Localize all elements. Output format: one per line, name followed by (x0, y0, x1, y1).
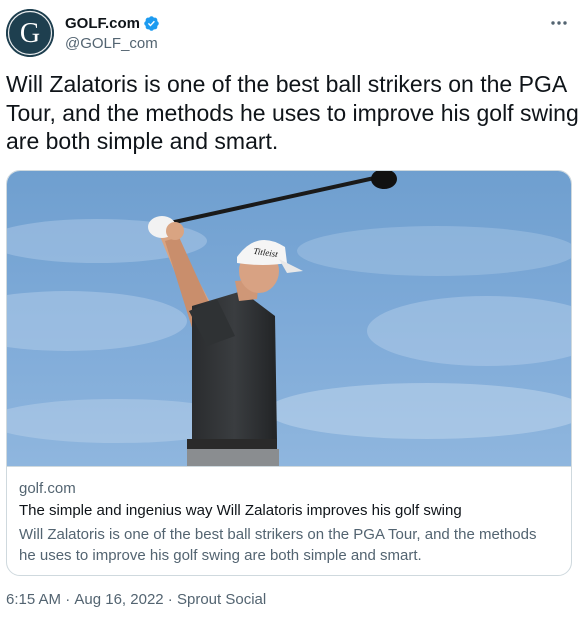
more-horizontal-icon (551, 21, 567, 25)
card-domain: golf.com (19, 480, 76, 497)
author-names: GOLF.com @GOLF_com (65, 12, 160, 52)
more-options-button[interactable] (546, 14, 572, 32)
card-title: The simple and ingenius way Will Zalator… (19, 502, 462, 519)
meta-separator: · (163, 591, 177, 608)
tweet-time[interactable]: 6:15 AM (6, 591, 61, 608)
card-description: Will Zalatoris is one of the best ball s… (19, 526, 537, 564)
avatar[interactable]: G (6, 9, 54, 57)
tweet-metadata: 6:15 AM · Aug 16, 2022 · Sprout Social (6, 591, 266, 608)
meta-separator: · (61, 591, 75, 608)
tweet-text: Will Zalatoris is one of the best ball s… (6, 71, 579, 154)
tweet-date[interactable]: Aug 16, 2022 (74, 591, 163, 608)
link-card[interactable]: Titleist golf.com The simple and ingeniu… (6, 170, 572, 576)
card-image: Titleist (7, 171, 571, 466)
tweet-source[interactable]: Sprout Social (177, 591, 266, 608)
avatar-letter: G (20, 18, 40, 49)
golfer-swing-photo: Titleist (7, 171, 571, 466)
card-divider (7, 466, 571, 467)
tweet-header: G GOLF.com @GOLF_com (4, 8, 584, 60)
handle[interactable]: @GOLF_com (65, 35, 160, 52)
tweet: G GOLF.com @GOLF_com Will Zalatoris is o… (0, 0, 588, 617)
verified-badge-icon (144, 15, 159, 31)
card-meta: golf.com The simple and ingenius way Wil… (19, 479, 559, 566)
display-name[interactable]: GOLF.com (65, 15, 140, 32)
